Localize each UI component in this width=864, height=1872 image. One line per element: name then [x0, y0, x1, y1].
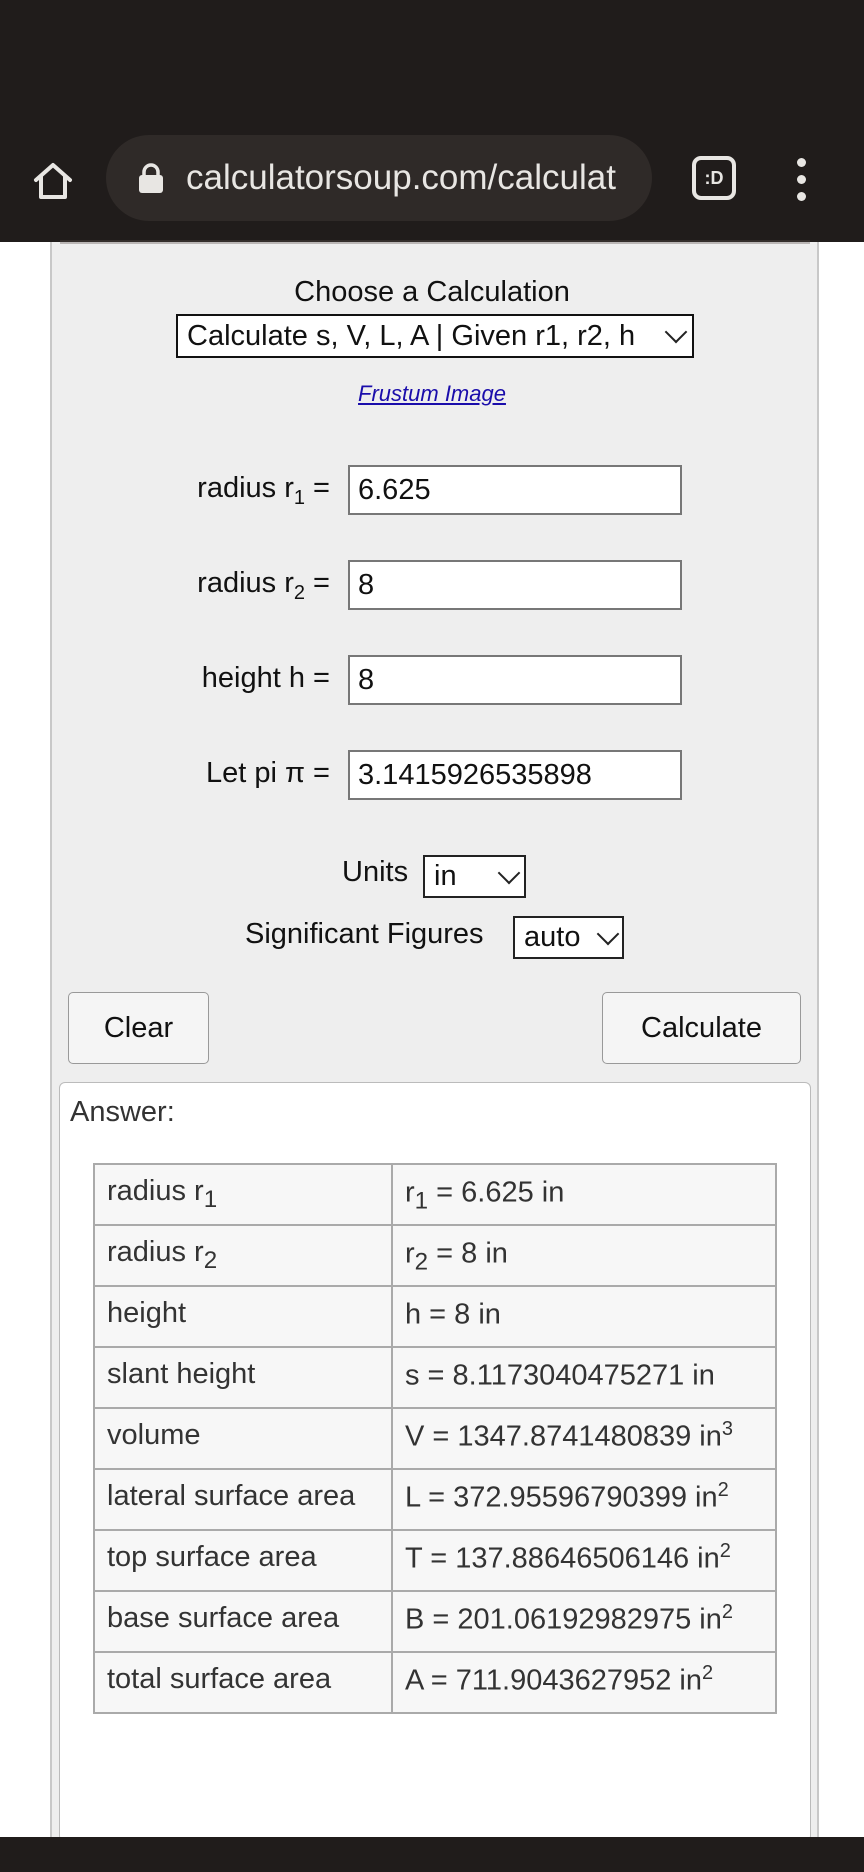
significant-figures-label: Significant Figures [245, 918, 484, 950]
lock-icon [139, 163, 163, 193]
units-label: Units [342, 856, 409, 888]
frustum-image-link[interactable]: Frustum Image [0, 381, 864, 407]
units-select-value: in [434, 860, 457, 892]
result-value: V = 1347.8741480839 in3 [391, 1407, 777, 1470]
table-row: top surface area T = 137.88646506146 in2 [93, 1529, 777, 1592]
result-name: radius r2 [93, 1224, 393, 1287]
result-name: total surface area [93, 1651, 393, 1714]
result-value: r2 = 8 in [391, 1224, 777, 1287]
table-row: slant height s = 8.1173040475271 in [93, 1346, 777, 1409]
result-name: lateral surface area [93, 1468, 393, 1531]
chevron-down-icon [497, 861, 521, 885]
home-button[interactable] [24, 152, 82, 210]
calculate-button[interactable]: Calculate [602, 992, 801, 1064]
significant-figures-select[interactable]: auto [513, 916, 624, 959]
status-bar [0, 0, 864, 130]
navigation-bar [0, 1837, 864, 1872]
result-value: h = 8 in [391, 1285, 777, 1348]
result-value: T = 137.88646506146 in2 [391, 1529, 777, 1592]
url-text: calculatorsoup.com/calculat [186, 158, 616, 197]
chevron-down-icon [596, 922, 620, 946]
pi-input[interactable]: 3.1415926535898 [348, 750, 682, 800]
table-row: height h = 8 in [93, 1285, 777, 1348]
result-name: height [93, 1285, 393, 1348]
radius-r1-label: radius r1 = [197, 472, 330, 509]
result-name: top surface area [93, 1529, 393, 1592]
clear-button[interactable]: Clear [68, 992, 209, 1064]
units-select[interactable]: in [423, 855, 526, 898]
choose-calculation-title: Choose a Calculation [294, 276, 570, 308]
result-value: L = 372.95596790399 in2 [391, 1468, 777, 1531]
height-label: height h = [201, 662, 330, 694]
address-bar[interactable]: calculatorsoup.com/calculat [106, 135, 652, 221]
table-row: volume V = 1347.8741480839 in3 [93, 1407, 777, 1470]
more-vertical-icon[interactable] [780, 150, 824, 210]
panel-divider [60, 240, 810, 244]
result-name: base surface area [93, 1590, 393, 1653]
answer-label: Answer: [70, 1096, 175, 1128]
result-value: A = 711.9043627952 in2 [391, 1651, 777, 1714]
table-row: base surface area B = 201.06192982975 in… [93, 1590, 777, 1653]
result-value: s = 8.1173040475271 in [391, 1346, 777, 1409]
table-row: total surface area A = 711.9043627952 in… [93, 1651, 777, 1714]
tab-switcher-button[interactable]: :D [692, 156, 736, 200]
table-row: radius r2 r2 = 8 in [93, 1224, 777, 1287]
pi-label: Let pi π = [205, 757, 330, 789]
calculation-select[interactable]: Calculate s, V, L, A | Given r1, r2, h [176, 314, 694, 358]
table-row: radius r1 r1 = 6.625 in [93, 1163, 777, 1226]
result-value: r1 = 6.625 in [391, 1163, 777, 1226]
table-row: lateral surface area L = 372.95596790399… [93, 1468, 777, 1531]
radius-r2-label: radius r2 = [197, 567, 330, 604]
home-icon [34, 163, 72, 199]
result-name: radius r1 [93, 1163, 393, 1226]
significant-figures-value: auto [524, 921, 581, 953]
results-table: radius r1 r1 = 6.625 in radius r2 r2 = 8… [93, 1163, 777, 1714]
radius-r2-input[interactable]: 8 [348, 560, 682, 610]
calculation-select-value: Calculate s, V, L, A | Given r1, r2, h [187, 320, 636, 352]
height-input[interactable]: 8 [348, 655, 682, 705]
result-value: B = 201.06192982975 in2 [391, 1590, 777, 1653]
result-name: slant height [93, 1346, 393, 1409]
result-name: volume [93, 1407, 393, 1470]
radius-r1-input[interactable]: 6.625 [348, 465, 682, 515]
chevron-down-icon [664, 320, 688, 344]
